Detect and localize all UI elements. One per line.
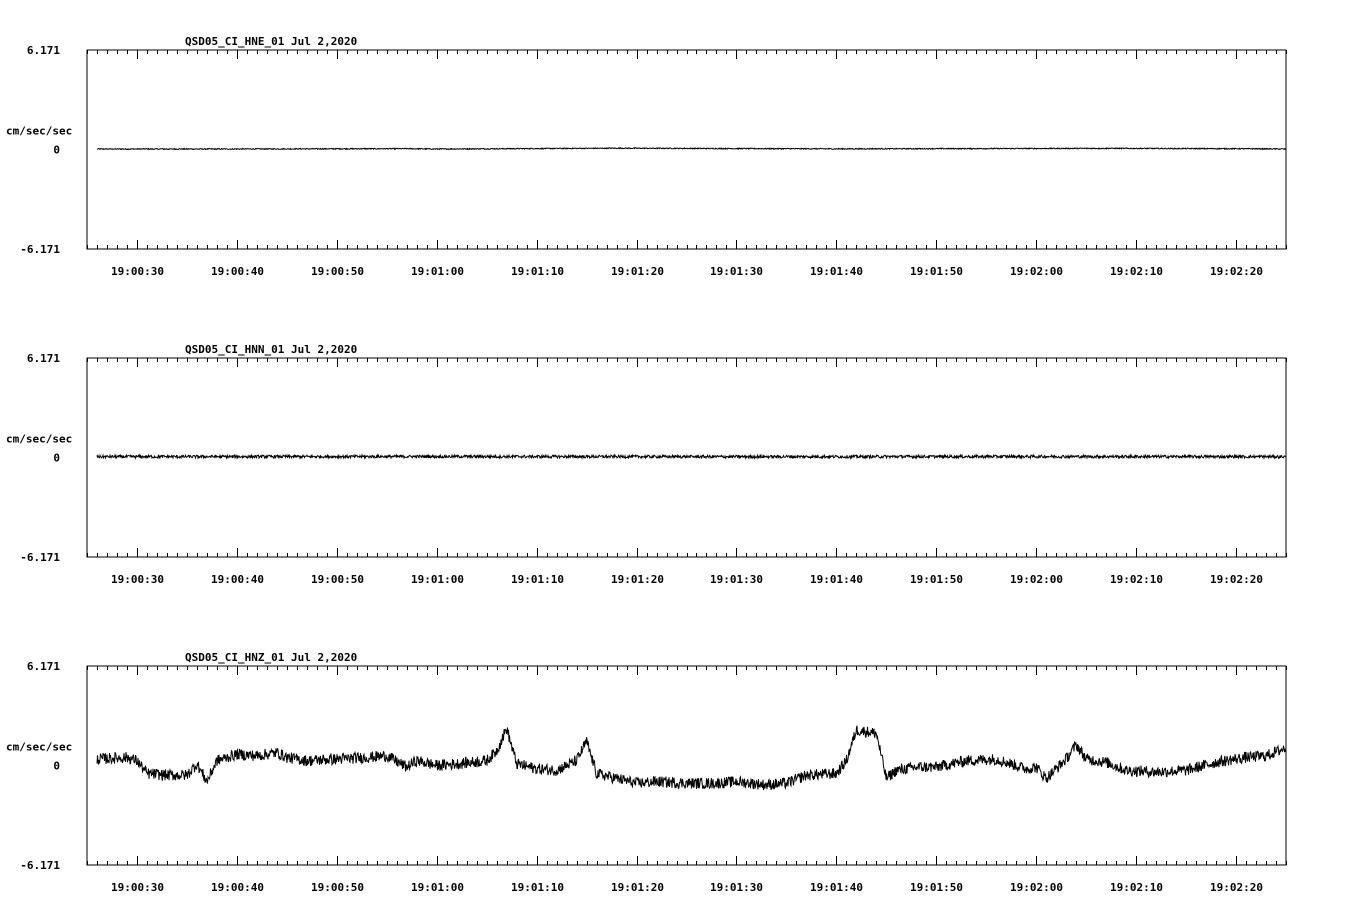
panel-title: QSD05_CI_HNN_01 Jul 2,2020 <box>185 343 357 356</box>
y-tick-label: 0 <box>53 144 60 157</box>
x-tick-label: 19:01:20 <box>611 881 664 894</box>
y-tick-label: -6.171 <box>20 243 60 256</box>
x-tick-label: 19:01:30 <box>710 573 763 586</box>
panel-1: QSD05_CI_HNE_01 Jul 2,2020 6.171 0 -6.171 cm… <box>6 35 1287 278</box>
x-tick-label: 19:02:10 <box>1110 881 1163 894</box>
panel-2: QSD05_CI_HNN_01 Jul 2,2020 6.171 0 -6.171 cm… <box>6 343 1287 586</box>
x-tick-label: 19:01:40 <box>810 881 863 894</box>
waveform-trace <box>96 453 1287 461</box>
y-tick-label: 6.171 <box>27 660 60 673</box>
x-tick-label: 19:01:10 <box>511 265 564 278</box>
x-tick-label: 19:00:40 <box>211 573 264 586</box>
panel-title: QSD05_CI_HNZ_01 Jul 2,2020 <box>185 651 357 664</box>
x-tick-label: 19:01:30 <box>710 265 763 278</box>
waveform-trace <box>96 725 1287 791</box>
x-tick-label: 19:00:50 <box>311 881 364 894</box>
x-tick-label: 19:02:20 <box>1210 573 1263 586</box>
y-tick-label: 6.171 <box>27 352 60 365</box>
waveform-trace <box>96 146 1287 151</box>
x-tick-label: 19:00:30 <box>111 881 164 894</box>
y-axis-label: cm/sec/sec <box>6 741 72 754</box>
x-tick-label: 19:01:50 <box>910 881 963 894</box>
x-tick-label: 19:01:40 <box>810 265 863 278</box>
x-tick-label: 19:02:00 <box>1010 573 1063 586</box>
y-tick-label: 0 <box>53 760 60 773</box>
x-tick-label: 19:00:30 <box>111 265 164 278</box>
x-tick-label: 19:02:20 <box>1210 265 1263 278</box>
x-tick-label: 19:02:20 <box>1210 881 1263 894</box>
y-tick-label: -6.171 <box>20 551 60 564</box>
x-tick-label: 19:01:20 <box>611 573 664 586</box>
x-tick-label: 19:00:40 <box>211 881 264 894</box>
y-tick-label: -6.171 <box>20 859 60 872</box>
panel-3: QSD05_CI_HNZ_01 Jul 2,2020 6.171 0 -6.171 cm… <box>6 651 1287 894</box>
x-tick-label: 19:02:10 <box>1110 573 1163 586</box>
x-tick-label: 19:02:00 <box>1010 881 1063 894</box>
x-tick-label: 19:01:00 <box>411 573 464 586</box>
x-tick-label: 19:00:50 <box>311 265 364 278</box>
seismogram-figure: QSD05_CI_HNE_01 Jul 2,2020 6.171 0 -6.171 cm… <box>6 35 1287 894</box>
plot-frame <box>86 665 1287 866</box>
x-tick-label: 19:01:50 <box>910 573 963 586</box>
y-tick-label: 6.171 <box>27 44 60 57</box>
y-tick-label: 0 <box>53 452 60 465</box>
x-tick-label: 19:01:10 <box>511 881 564 894</box>
x-tick-label: 19:01:00 <box>411 881 464 894</box>
x-tick-label: 19:01:50 <box>910 265 963 278</box>
x-tick-label: 19:00:40 <box>211 265 264 278</box>
x-tick-label: 19:01:10 <box>511 573 564 586</box>
x-tick-label: 19:01:40 <box>810 573 863 586</box>
x-tick-label: 19:01:30 <box>710 881 763 894</box>
x-tick-label: 19:00:30 <box>111 573 164 586</box>
x-tick-label: 19:02:10 <box>1110 265 1163 278</box>
x-tick-label: 19:00:50 <box>311 573 364 586</box>
x-tick-label: 19:01:20 <box>611 265 664 278</box>
y-axis-label: cm/sec/sec <box>6 433 72 446</box>
y-axis-label: cm/sec/sec <box>6 125 72 138</box>
x-tick-label: 19:01:00 <box>411 265 464 278</box>
x-tick-label: 19:02:00 <box>1010 265 1063 278</box>
panel-title: QSD05_CI_HNE_01 Jul 2,2020 <box>185 35 357 48</box>
